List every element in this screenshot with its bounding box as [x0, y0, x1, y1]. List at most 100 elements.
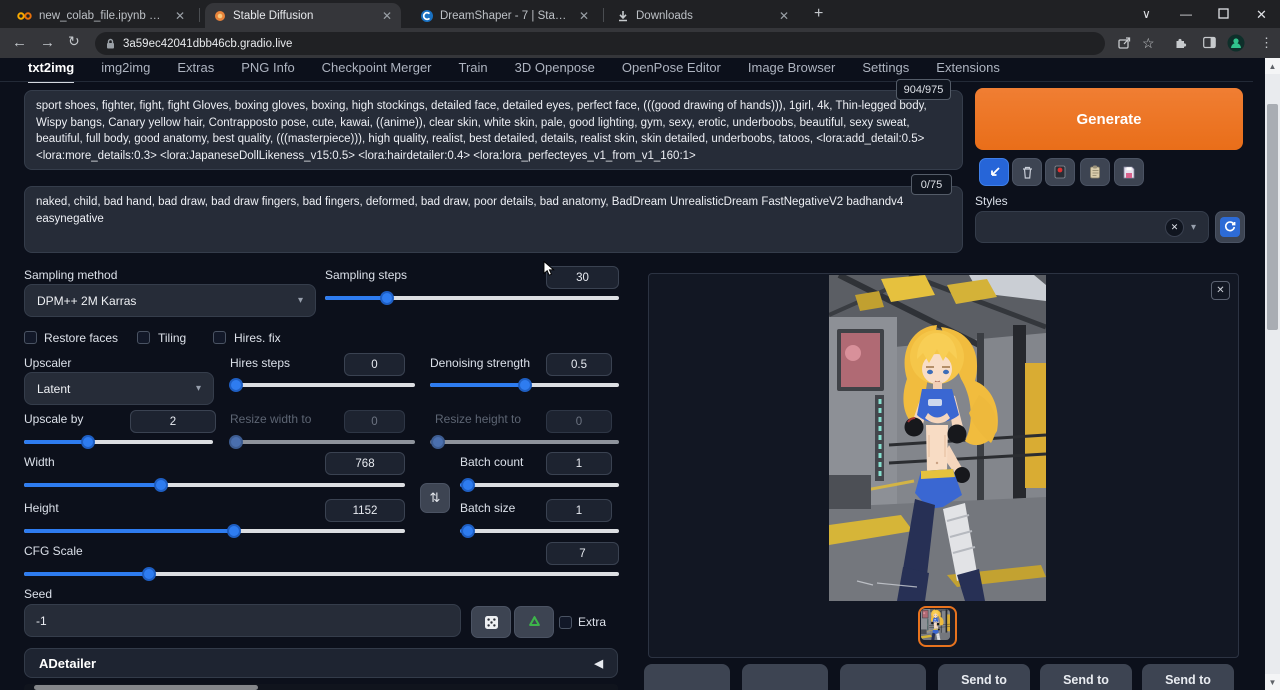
- avatar[interactable]: [1227, 34, 1245, 52]
- tab-close-icon[interactable]: ✕: [378, 9, 392, 23]
- browser-tab-stable-diffusion[interactable]: Stable Diffusion ✕: [205, 3, 401, 28]
- close-image-icon[interactable]: ✕: [1211, 281, 1230, 300]
- tab-img2img[interactable]: img2img: [101, 60, 150, 83]
- browser-tab-downloads[interactable]: Downloads ✕: [608, 3, 798, 28]
- restore-faces-checkbox[interactable]: [24, 331, 37, 344]
- tiling-checkbox[interactable]: [137, 331, 150, 344]
- output-button[interactable]: [644, 664, 730, 690]
- send-to-extras-button[interactable]: Send to: [1142, 664, 1234, 690]
- tab-openpose-editor[interactable]: OpenPose Editor: [622, 60, 721, 83]
- browser-menu-icon[interactable]: ⋮: [1260, 35, 1273, 51]
- slider-knob[interactable]: [229, 378, 243, 392]
- apply-styles-button[interactable]: [1080, 158, 1110, 186]
- tab-close-icon[interactable]: ✕: [575, 9, 589, 23]
- slider-knob[interactable]: [518, 378, 532, 392]
- slider-knob[interactable]: [380, 291, 394, 305]
- scrubber-bar[interactable]: [34, 685, 258, 690]
- back-button[interactable]: ←: [12, 35, 27, 50]
- slider-knob[interactable]: [81, 435, 95, 449]
- address-bar[interactable]: 3a59ec42041dbb46cb.gradio.live: [95, 32, 1105, 55]
- height-slider[interactable]: [24, 524, 405, 538]
- tab-png-info[interactable]: PNG Info: [241, 60, 294, 83]
- resize-width-value[interactable]: 0: [344, 410, 405, 433]
- share-icon[interactable]: [1117, 36, 1131, 50]
- new-tab-button[interactable]: +: [814, 6, 823, 22]
- upscale-by-slider[interactable]: [24, 435, 213, 449]
- batch-size-slider[interactable]: [460, 524, 619, 538]
- width-slider[interactable]: [24, 478, 405, 492]
- thumbnail-selected[interactable]: [918, 606, 957, 647]
- refresh-styles-button[interactable]: [1215, 211, 1245, 243]
- random-seed-button[interactable]: [471, 606, 511, 638]
- scroll-up-icon[interactable]: ▲: [1265, 58, 1280, 74]
- slider-knob[interactable]: [461, 478, 475, 492]
- scrollbar-thumb[interactable]: [1267, 104, 1278, 330]
- tab-close-icon[interactable]: ✕: [171, 9, 185, 23]
- slider-knob[interactable]: [154, 478, 168, 492]
- batch-count-value[interactable]: 1: [546, 452, 612, 475]
- hires-steps-slider[interactable]: [230, 378, 415, 392]
- browser-tab-colab[interactable]: new_colab_file.ipynb - Colaborat ✕: [8, 3, 194, 28]
- reuse-seed-button[interactable]: [514, 606, 554, 638]
- send-to-img2img-button[interactable]: Send to: [938, 664, 1030, 690]
- denoising-slider[interactable]: [430, 378, 619, 392]
- sampling-method-dropdown[interactable]: DPM++ 2M Karras ▾: [24, 284, 316, 317]
- hires-fix-checkbox[interactable]: [213, 331, 226, 344]
- upscale-by-value[interactable]: 2: [130, 410, 216, 433]
- slider-knob[interactable]: [227, 524, 241, 538]
- extensions-puzzle-icon[interactable]: [1174, 36, 1187, 49]
- tab-checkpoint-merger[interactable]: Checkpoint Merger: [322, 60, 432, 83]
- generate-button[interactable]: Generate: [975, 88, 1243, 150]
- tab-extras[interactable]: Extras: [177, 60, 214, 83]
- browser-tab-dreamshaper[interactable]: DreamShaper - 7 | Stable Diffusi ✕: [412, 3, 598, 28]
- resize-height-value[interactable]: 0: [546, 410, 612, 433]
- height-value[interactable]: 1152: [325, 499, 405, 522]
- slider-knob[interactable]: [229, 435, 243, 449]
- slider-knob[interactable]: [461, 524, 475, 538]
- extra-networks-button[interactable]: [1045, 158, 1075, 186]
- seed-input[interactable]: -1: [24, 604, 461, 637]
- cfg-scale-value[interactable]: 7: [546, 542, 619, 565]
- hires-steps-value[interactable]: 0: [344, 353, 405, 376]
- styles-dropdown[interactable]: ✕ ▾: [975, 211, 1209, 243]
- side-panel-icon[interactable]: [1203, 36, 1216, 49]
- resize-width-slider[interactable]: [230, 435, 415, 449]
- clear-prompt-button[interactable]: [1012, 158, 1042, 186]
- negative-prompt-input[interactable]: naked, child, bad hand, bad draw, bad dr…: [24, 186, 963, 253]
- cfg-scale-slider[interactable]: [24, 567, 619, 581]
- batch-size-value[interactable]: 1: [546, 499, 612, 522]
- paste-generation-params-button[interactable]: [979, 158, 1009, 186]
- upscaler-dropdown[interactable]: Latent ▾: [24, 372, 214, 405]
- batch-count-slider[interactable]: [460, 478, 619, 492]
- prompt-input[interactable]: sport shoes, fighter, fight, fight Glove…: [24, 90, 963, 170]
- adetailer-accordion[interactable]: ADetailer ◀: [24, 648, 618, 678]
- reload-button[interactable]: ↻: [68, 34, 80, 48]
- tab-close-icon[interactable]: ✕: [775, 9, 789, 23]
- generated-image[interactable]: [829, 275, 1046, 601]
- sampling-steps-slider[interactable]: [325, 291, 619, 305]
- sampling-steps-value[interactable]: 30: [546, 266, 619, 289]
- tab-train[interactable]: Train: [459, 60, 488, 83]
- send-to-inpaint-button[interactable]: Send to: [1040, 664, 1132, 690]
- save-style-button[interactable]: [1114, 158, 1144, 186]
- bookmark-star-icon[interactable]: ☆: [1142, 35, 1155, 52]
- close-window-button[interactable]: ✕: [1256, 7, 1267, 23]
- output-button[interactable]: [742, 664, 828, 690]
- forward-button[interactable]: →: [40, 35, 55, 50]
- slider-knob[interactable]: [142, 567, 156, 581]
- swap-dimensions-button[interactable]: ⇅: [420, 483, 450, 513]
- seed-extra-checkbox[interactable]: [559, 616, 572, 629]
- tab-search-icon[interactable]: ∨: [1142, 7, 1151, 21]
- tab-txt2img[interactable]: txt2img: [28, 60, 74, 83]
- resize-height-slider[interactable]: [430, 435, 619, 449]
- scroll-down-icon[interactable]: ▼: [1265, 674, 1280, 690]
- tab-image-browser[interactable]: Image Browser: [748, 60, 835, 83]
- clear-styles-icon[interactable]: ✕: [1165, 218, 1184, 237]
- minimize-button[interactable]: —: [1180, 7, 1192, 21]
- output-button[interactable]: [840, 664, 926, 690]
- denoising-value[interactable]: 0.5: [546, 353, 612, 376]
- maximize-button[interactable]: [1218, 8, 1229, 19]
- slider-knob[interactable]: [431, 435, 445, 449]
- width-value[interactable]: 768: [325, 452, 405, 475]
- tab-3d-openpose[interactable]: 3D Openpose: [515, 60, 595, 83]
